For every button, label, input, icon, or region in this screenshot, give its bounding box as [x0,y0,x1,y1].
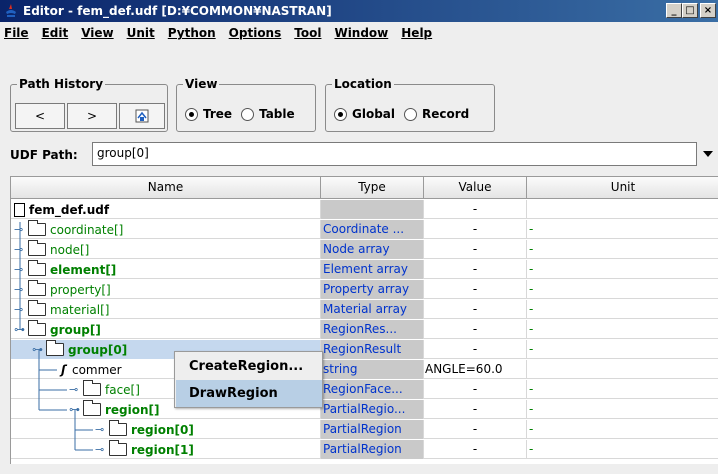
type-cell: PartialRegio... [321,400,424,419]
udf-path-label: UDF Path: [10,148,78,162]
type-cell: Coordinate ... [321,220,424,239]
tree-radio[interactable] [185,107,198,121]
udf-path-dropdown[interactable] [697,142,718,166]
type-cell: RegionRes... [321,320,424,339]
path-history-group: Path History < > [10,77,168,132]
unit-cell [527,200,718,219]
header-type[interactable]: Type [321,177,424,199]
view-legend: View [183,77,220,91]
value-cell: - [424,340,527,359]
menu-options[interactable]: Options [229,26,282,40]
type-cell: Node array [321,240,424,259]
value-cell: - [424,220,527,239]
unit-cell: - [529,302,534,316]
menu-edit[interactable]: Edit [42,26,69,40]
value-cell: - [424,380,527,399]
value-cell: - [424,300,527,319]
value-cell: - [424,200,527,219]
tree-connector-lines [19,222,93,451]
path-history-legend: Path History [17,77,106,91]
unit-cell: - [529,322,534,336]
location-group: Location Global Record [325,77,495,132]
menu-python[interactable]: Python [168,26,216,40]
value-cell: - [424,260,527,279]
draw-region-menu-item[interactable]: DrawRegion [176,380,322,407]
type-cell: Material array [321,300,424,319]
header-value[interactable]: Value [424,177,527,199]
tree-radio-label[interactable]: Tree [203,107,232,121]
menu-window[interactable]: Window [334,26,388,40]
view-group: View Tree Table [176,77,316,132]
menu-file[interactable]: File [4,26,29,40]
forward-button[interactable]: > [67,103,117,129]
record-radio[interactable] [404,107,418,121]
value-cell: - [424,400,527,419]
unit-cell: - [529,262,534,276]
type-cell: Element array [321,260,424,279]
menu-bar: File Edit View Unit Python Options Tool … [0,22,718,44]
maximize-button[interactable]: □ [682,3,698,18]
menu-tool[interactable]: Tool [294,26,321,40]
value-cell: - [424,420,527,439]
table-radio[interactable] [241,107,255,121]
value-cell: - [424,440,527,459]
app-icon [6,4,16,17]
type-cell: RegionResult [321,340,424,359]
type-cell: RegionFace... [321,380,424,399]
context-menu: CreateRegion... DrawRegion [174,351,323,408]
record-radio-label[interactable]: Record [422,107,469,121]
global-radio[interactable] [334,107,347,121]
header-unit[interactable]: Unit [527,177,718,199]
window-title: Editor - fem_def.udf [D:¥COMMON¥NASTRAN] [23,4,332,18]
menu-help[interactable]: Help [401,26,432,40]
unit-cell: - [529,442,534,456]
value-cell: - [424,280,527,299]
global-radio-label[interactable]: Global [352,107,395,121]
unit-cell: - [529,402,534,416]
value-cell: - [424,320,527,339]
menu-view[interactable]: View [81,26,113,40]
home-icon [135,109,149,123]
type-cell: Property array [321,280,424,299]
back-button[interactable]: < [15,103,65,129]
close-button[interactable]: × [700,3,716,18]
udf-path-input[interactable]: group[0] [92,142,697,166]
table-radio-label[interactable]: Table [259,107,295,121]
location-legend: Location [332,77,394,91]
value-cell: - [424,240,527,259]
unit-cell: - [529,242,534,256]
title-bar: Editor - fem_def.udf [D:¥COMMON¥NASTRAN]… [0,0,718,22]
chevron-down-icon [702,151,713,157]
menu-unit[interactable]: Unit [127,26,155,40]
create-region-menu-item[interactable]: CreateRegion... [176,353,322,380]
value-cell: ANGLE=60.0 [424,360,527,379]
type-cell: string [321,360,424,379]
home-button[interactable] [119,103,165,129]
udf-tree-table: Name Type Value Unit fem_def.udf - ⊸ coo… [10,176,718,464]
unit-cell: - [529,342,534,356]
unit-cell: - [529,422,534,436]
type-cell [321,200,424,219]
type-cell: PartialRegion [321,420,424,439]
minimize-button[interactable]: _ [666,3,682,18]
unit-cell: - [529,382,534,396]
unit-cell: - [529,282,534,296]
type-cell: PartialRegion [321,440,424,459]
unit-cell [527,360,718,379]
unit-cell: - [529,222,534,236]
